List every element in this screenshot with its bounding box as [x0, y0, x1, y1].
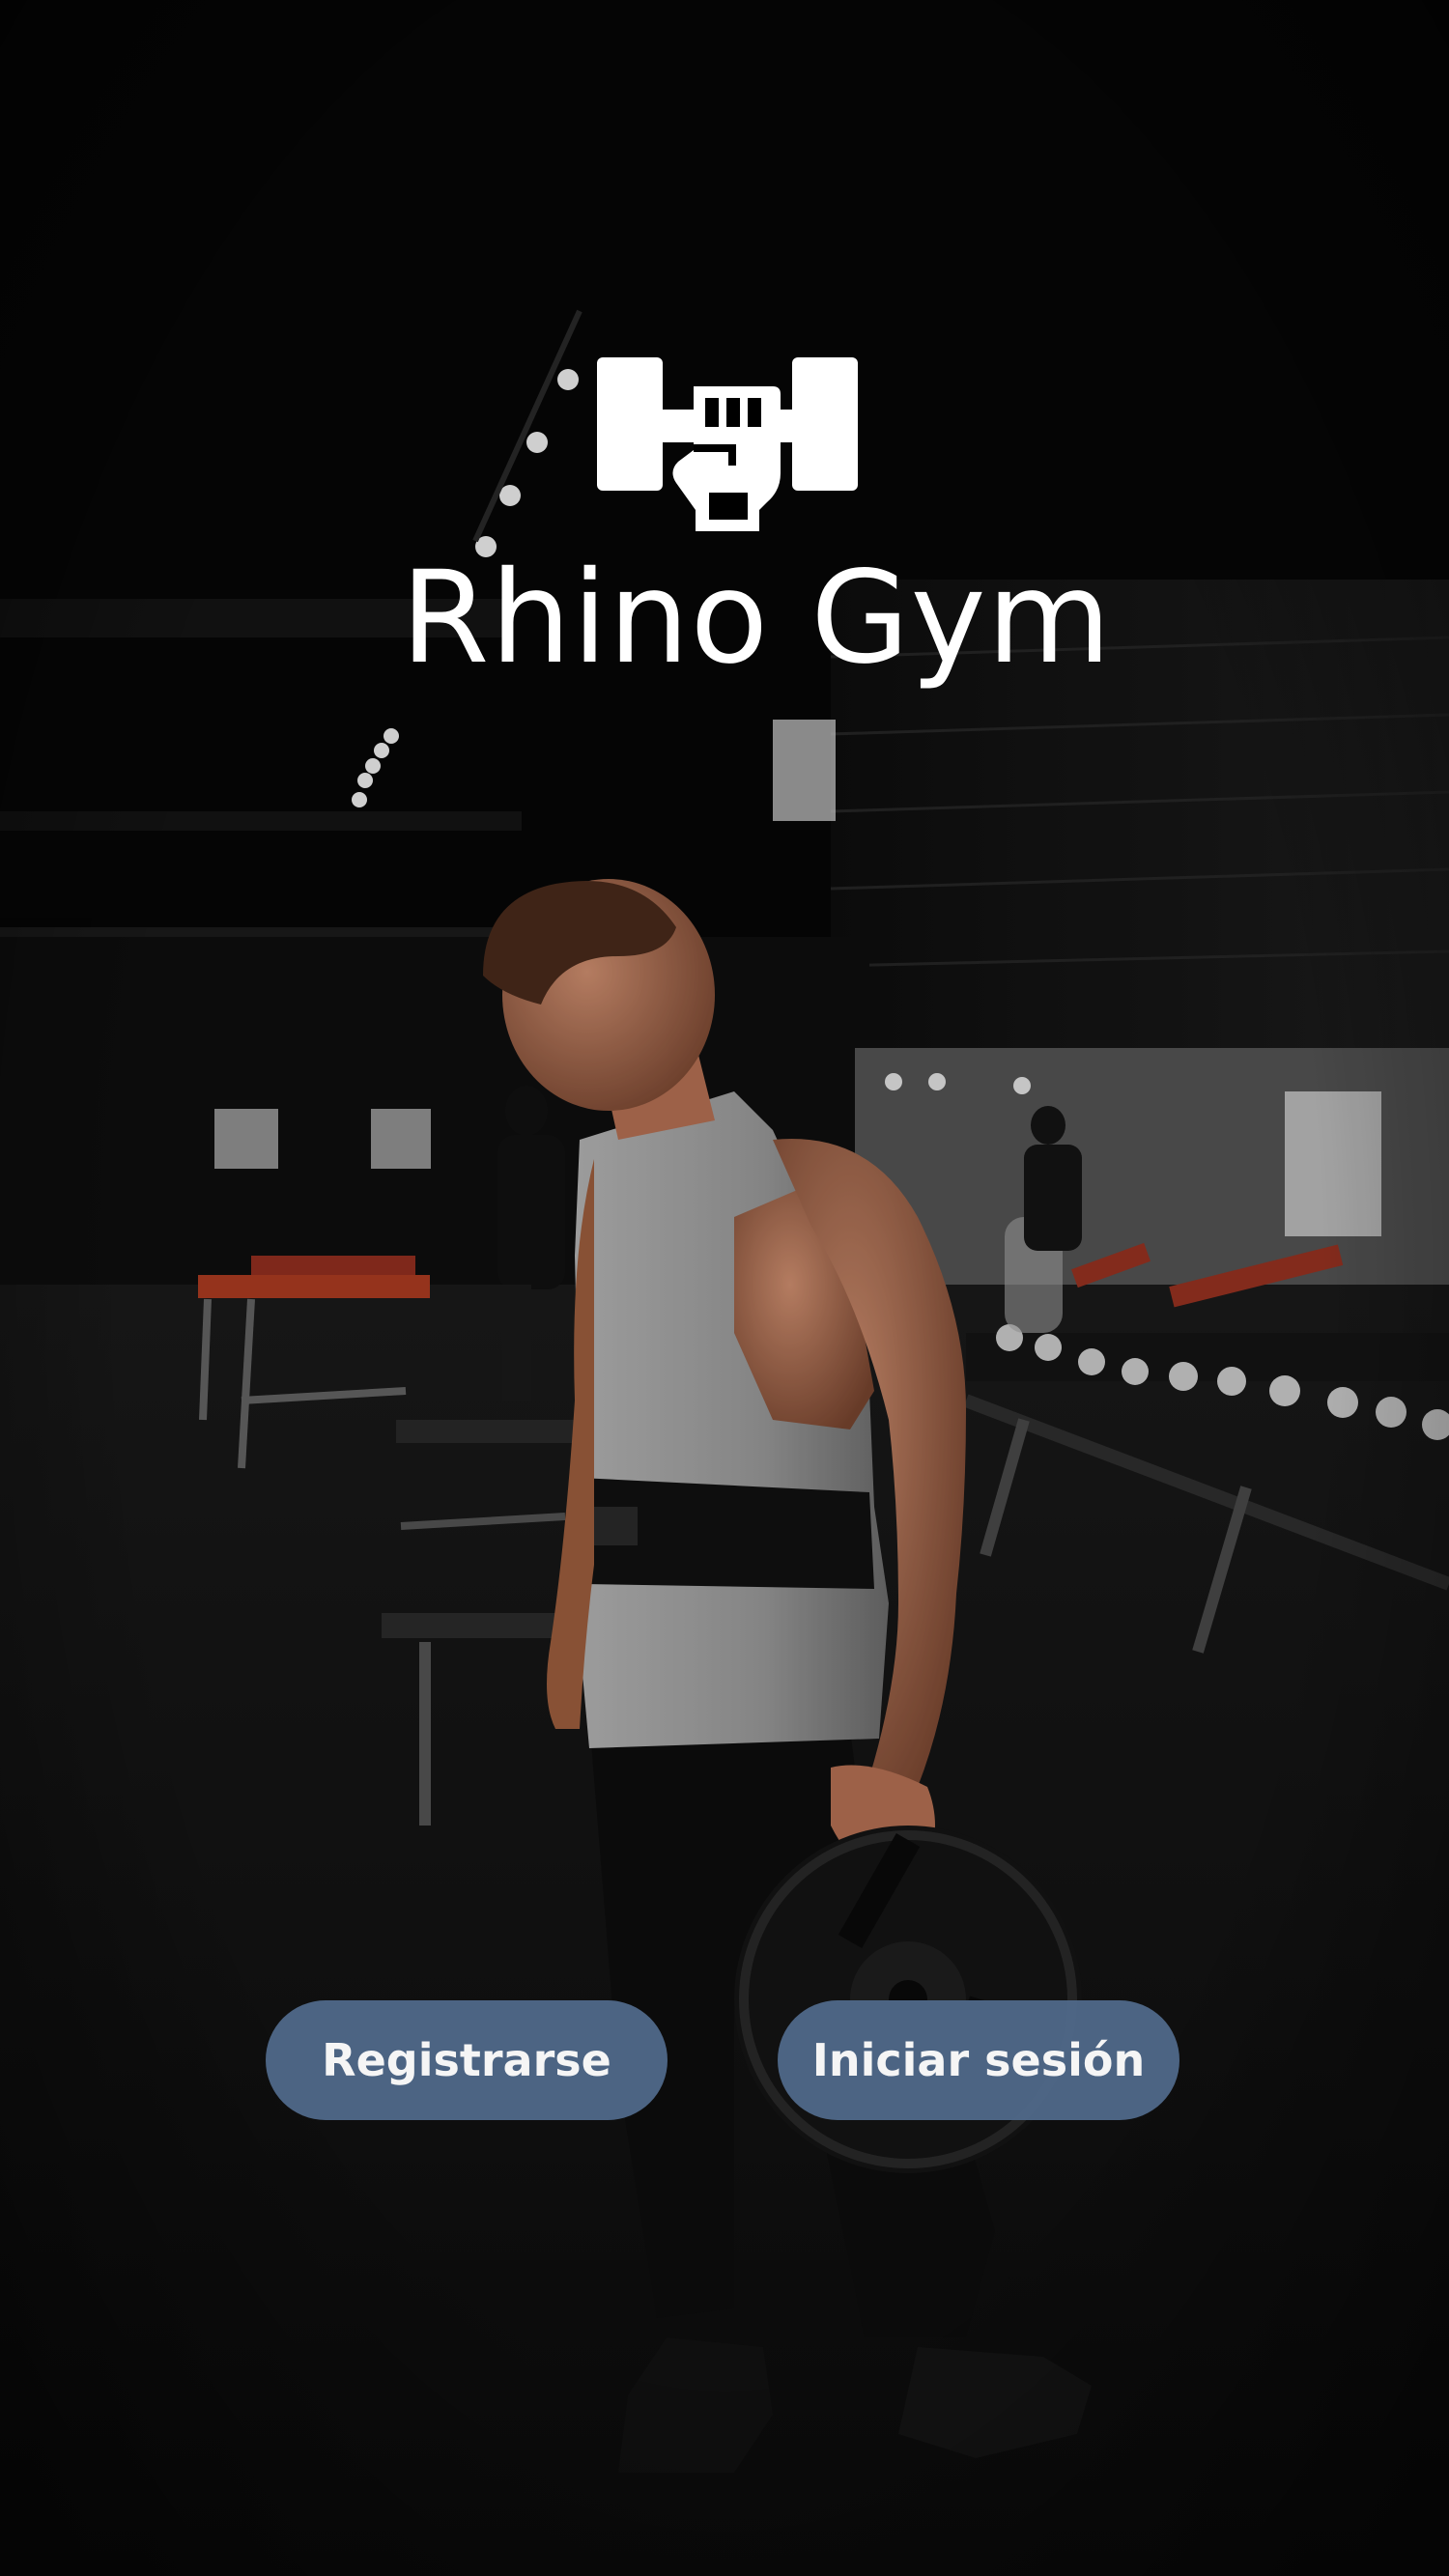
welcome-screen: Rhino Gym Registrarse Iniciar sesión: [0, 0, 1449, 2576]
register-button[interactable]: Registrarse: [266, 2000, 668, 2120]
brand-header: Rhino Gym: [0, 348, 1449, 682]
fist-dumbbell-icon: [597, 357, 858, 531]
login-button[interactable]: Iniciar sesión: [778, 2000, 1179, 2120]
app-title: Rhino Gym: [400, 544, 1113, 693]
auth-actions: Registrarse Iniciar sesión: [266, 2000, 1179, 2120]
